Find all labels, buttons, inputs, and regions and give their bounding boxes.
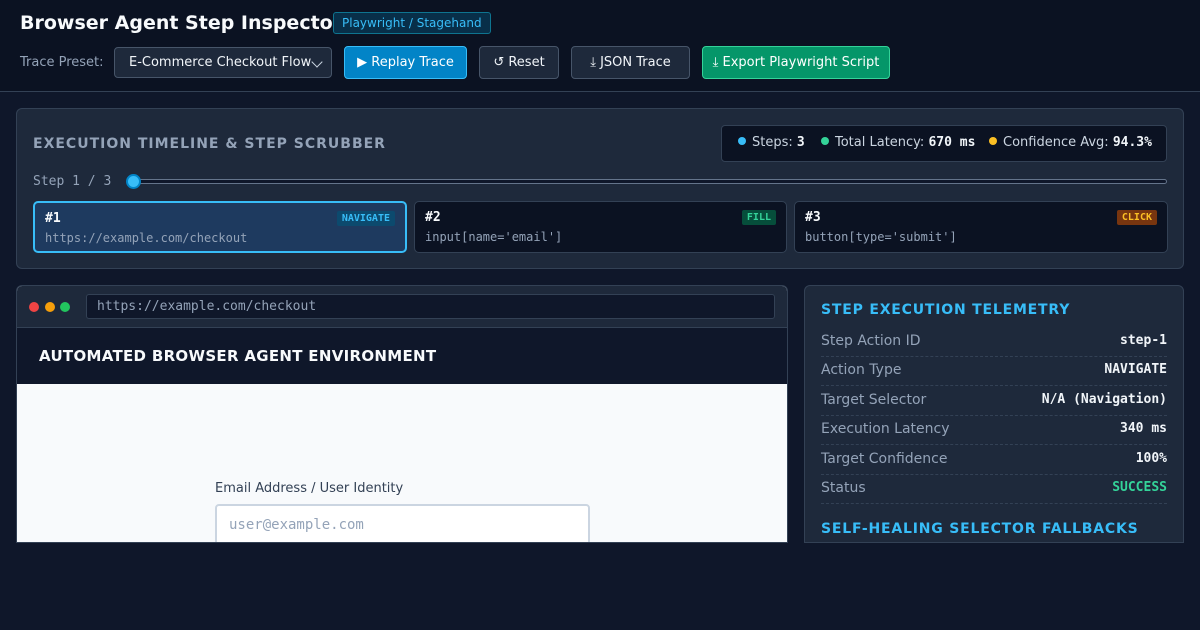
step-number: #2 bbox=[425, 210, 441, 225]
confidence-stat: Confidence Avg: 94.3% bbox=[989, 135, 1152, 150]
maximize-window-icon bbox=[60, 302, 70, 312]
app-header: Browser Agent Step Inspector Playwright … bbox=[0, 0, 1200, 92]
environment-title: AUTOMATED BROWSER AGENT ENVIRONMENT bbox=[39, 347, 437, 365]
email-field-label: Email Address / User Identity bbox=[215, 481, 404, 496]
telemetry-key: Status bbox=[821, 480, 866, 496]
latency-label: Total Latency: bbox=[835, 135, 925, 150]
json-trace-button[interactable]: ⤓ JSON Trace bbox=[571, 46, 690, 79]
address-bar[interactable]: https://example.com/checkout bbox=[86, 294, 775, 319]
telemetry-key: Execution Latency bbox=[821, 421, 950, 437]
framework-tag: Playwright / Stagehand bbox=[333, 12, 491, 34]
telemetry-row: Execution Latency 340 ms bbox=[821, 415, 1167, 445]
telemetry-key: Step Action ID bbox=[821, 333, 921, 349]
step-scrubber-track[interactable] bbox=[129, 179, 1167, 184]
steps-value: 3 bbox=[796, 135, 805, 150]
export-playwright-button[interactable]: ⤓ Export Playwright Script bbox=[702, 46, 890, 79]
step-target: https://example.com/checkout bbox=[45, 231, 248, 245]
telemetry-value: 340 ms bbox=[1120, 421, 1167, 436]
telemetry-value: NAVIGATE bbox=[1104, 362, 1167, 377]
environment-banner: AUTOMATED BROWSER AGENT ENVIRONMENT bbox=[17, 328, 787, 384]
latency-value: 670 ms bbox=[928, 135, 976, 150]
execution-timeline-panel: EXECUTION TIMELINE & STEP SCRUBBER Steps… bbox=[16, 108, 1184, 269]
steps-stat: Steps: 3 bbox=[738, 135, 805, 150]
email-field[interactable]: user@example.com bbox=[215, 504, 590, 542]
chevron-down-icon bbox=[311, 56, 323, 68]
timeline-title: EXECUTION TIMELINE & STEP SCRUBBER bbox=[33, 136, 386, 152]
step-target: input[name='email'] bbox=[425, 230, 563, 244]
replay-trace-button[interactable]: ▶ Replay Trace bbox=[344, 46, 467, 79]
trace-stats: Steps: 3 Total Latency: 670 ms Confidenc… bbox=[721, 125, 1167, 162]
minimize-window-icon bbox=[45, 302, 55, 312]
trace-preset-value: E-Commerce Checkout Flow bbox=[129, 55, 312, 70]
telemetry-title: STEP EXECUTION TELEMETRY bbox=[821, 302, 1071, 318]
step-number: #3 bbox=[805, 210, 821, 225]
step-scrubber-thumb[interactable] bbox=[126, 174, 141, 189]
step-card-1[interactable]: #1 NAVIGATE https://example.com/checkout bbox=[33, 201, 407, 253]
telemetry-key: Action Type bbox=[821, 362, 902, 378]
steps-label: Steps: bbox=[752, 135, 793, 150]
step-card-3[interactable]: #3 CLICK button[type='submit'] bbox=[794, 201, 1168, 253]
confidence-label: Confidence Avg: bbox=[1003, 135, 1109, 150]
telemetry-value: N/A (Navigation) bbox=[1041, 392, 1167, 407]
step-number: #1 bbox=[45, 211, 61, 226]
telemetry-row: Action Type NAVIGATE bbox=[821, 356, 1167, 386]
telemetry-row: Target Selector N/A (Navigation) bbox=[821, 386, 1167, 416]
status-value: SUCCESS bbox=[1112, 480, 1167, 495]
action-badge: FILL bbox=[741, 210, 776, 225]
step-counter: Step 1 / 3 bbox=[33, 174, 112, 189]
telemetry-value: step-1 bbox=[1120, 333, 1167, 348]
telemetry-panel: STEP EXECUTION TELEMETRY Step Action ID … bbox=[804, 285, 1184, 543]
browser-preview: https://example.com/checkout AUTOMATED B… bbox=[16, 285, 788, 543]
latency-stat: Total Latency: 670 ms bbox=[821, 135, 975, 150]
confidence-dot-icon bbox=[989, 137, 997, 145]
fallbacks-title: SELF-HEALING SELECTOR FALLBACKS bbox=[821, 521, 1139, 537]
telemetry-value: 100% bbox=[1135, 451, 1167, 466]
telemetry-key: Target Selector bbox=[821, 392, 927, 408]
latency-dot-icon bbox=[821, 137, 829, 145]
close-window-icon bbox=[29, 302, 39, 312]
telemetry-row: Status SUCCESS bbox=[821, 474, 1167, 504]
steps-dot-icon bbox=[738, 137, 746, 145]
action-badge: CLICK bbox=[1116, 210, 1157, 225]
step-target: button[type='submit'] bbox=[805, 230, 957, 244]
telemetry-row: Target Confidence 100% bbox=[821, 445, 1167, 475]
app-title: Browser Agent Step Inspector bbox=[20, 12, 343, 34]
telemetry-row: Step Action ID step-1 bbox=[821, 327, 1167, 357]
telemetry-key: Target Confidence bbox=[821, 451, 948, 467]
reset-button[interactable]: ↺ Reset bbox=[479, 46, 559, 79]
trace-preset-select[interactable]: E-Commerce Checkout Flow bbox=[114, 47, 332, 78]
step-card-2[interactable]: #2 FILL input[name='email'] bbox=[414, 201, 787, 253]
browser-chrome: https://example.com/checkout bbox=[17, 286, 787, 328]
confidence-value: 94.3% bbox=[1112, 135, 1152, 150]
action-badge: NAVIGATE bbox=[336, 211, 395, 226]
trace-preset-label: Trace Preset: bbox=[20, 55, 104, 70]
